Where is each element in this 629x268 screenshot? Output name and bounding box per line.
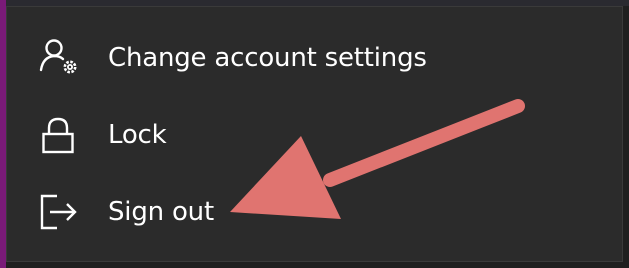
menu-item-change-account-settings[interactable]: Change account settings — [7, 19, 622, 97]
menu-item-label: Change account settings — [108, 43, 427, 73]
account-context-menu: Change account settings Lock Sign out — [6, 6, 623, 262]
menu-item-label: Sign out — [108, 197, 214, 227]
account-settings-icon — [39, 39, 77, 74]
lock-icon — [42, 117, 74, 154]
menu-item-label: Lock — [108, 120, 167, 150]
menu-item-sign-out[interactable]: Sign out — [7, 173, 622, 251]
menu-item-lock[interactable]: Lock — [7, 96, 622, 174]
sign-out-icon — [40, 194, 77, 230]
account-menu-screenshot: Change account settings Lock Sign out — [0, 0, 629, 268]
